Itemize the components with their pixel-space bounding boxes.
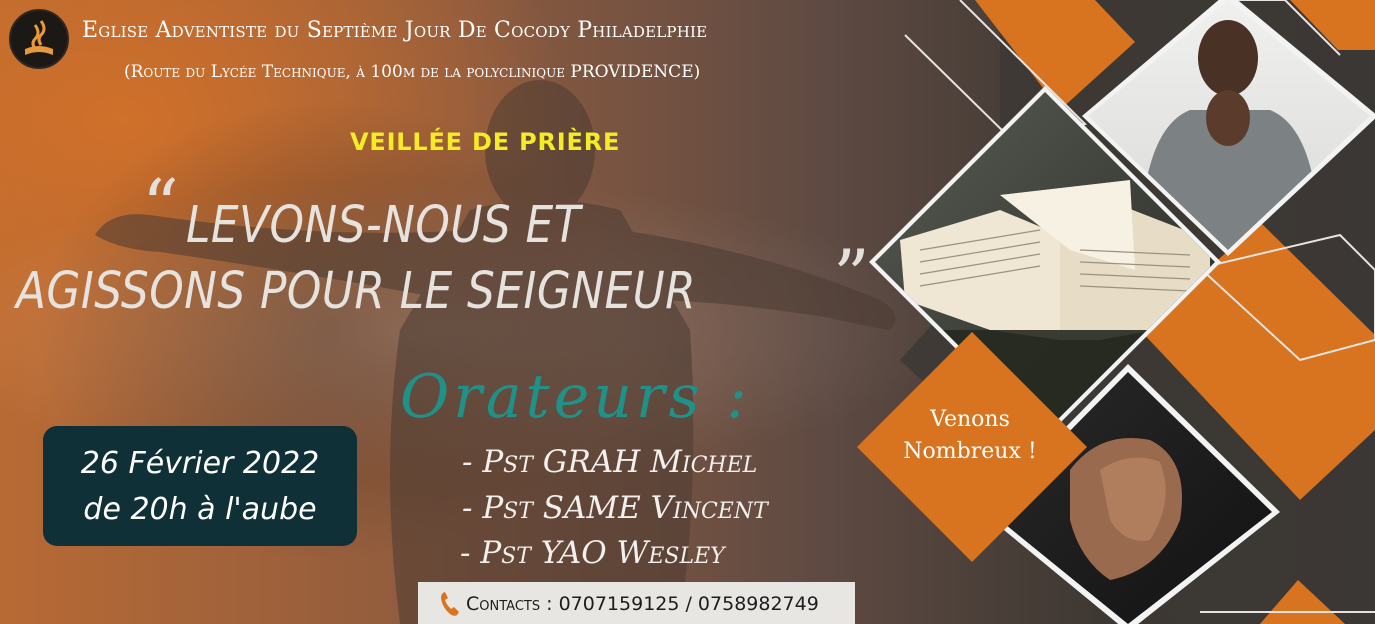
church-name: Eglise Adventiste du Septième Jour De Co… [82, 18, 708, 43]
call-to-action-line-1: Venons [930, 407, 1010, 432]
contact-numbers: Contacts : 0707159125 / 0758982749 [466, 593, 819, 615]
speaker-item: - Pst YAO Wesley [460, 535, 725, 571]
phone-icon [441, 592, 459, 616]
call-to-action-line-2: Nombreux ! [903, 439, 1037, 464]
church-address: (Route du Lycée Technique, à 100m de la … [124, 62, 701, 82]
speakers-title: Orateurs : [400, 362, 751, 432]
closing-quote: ” [833, 234, 870, 318]
contact-bar: Contacts : 0707159125 / 0758982749 [418, 582, 855, 624]
opening-quote: “ [142, 164, 179, 248]
event-date: 26 Février 2022 [80, 446, 320, 481]
flame-bible-icon [25, 20, 53, 55]
speaker-item: - Pst SAME Vincent [462, 490, 768, 526]
event-type: VEILLÉE DE PRIÈRE [350, 128, 621, 156]
date-box: 26 Février 2022 de 20h à l'aube [43, 426, 357, 546]
event-time: de 20h à l'aube [83, 492, 317, 527]
event-poster: Eglise Adventiste du Septième Jour De Co… [0, 0, 1375, 624]
speaker-item: - Pst GRAH Michel [462, 444, 758, 480]
theme-line-1: LEVONS-NOUS ET [186, 196, 581, 255]
theme-line-2: AGISSONS POUR LE SEIGNEUR [16, 262, 697, 321]
call-to-action: Venons Nombreux ! [880, 404, 1060, 468]
church-logo [9, 9, 69, 69]
